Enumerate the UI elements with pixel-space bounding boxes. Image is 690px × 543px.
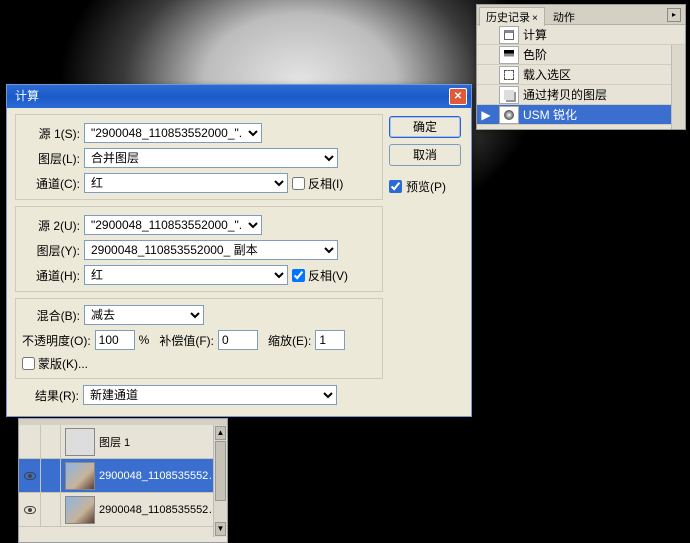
scale-label: 缩放(E): xyxy=(268,332,311,349)
source2-channel-label: 通道(H): xyxy=(22,267,80,284)
blend-label: 混合(B): xyxy=(22,307,80,324)
history-current-marker-icon: ▶ xyxy=(477,108,495,122)
history-step-icon xyxy=(499,46,519,64)
scrollbar[interactable]: ▲ ▼ xyxy=(213,425,227,537)
panel-tabs: 历史记录× 动作 ▸ xyxy=(477,5,685,25)
layer-thumbnail[interactable] xyxy=(65,462,95,490)
ok-button[interactable]: 确定 xyxy=(389,116,461,138)
source2-layer-label: 图层(Y): xyxy=(22,242,80,259)
scale-input[interactable] xyxy=(315,330,345,350)
blend-group: 混合(B): 减去 不透明度(O): % 补偿值(F): 缩放(E): 蒙版(K… xyxy=(15,298,383,379)
calculations-dialog: 计算 ✕ 确定 取消 预览(P) 源 1(S): "2900048_110853… xyxy=(6,84,472,417)
scroll-down-icon[interactable]: ▼ xyxy=(215,522,226,536)
scrollbar[interactable] xyxy=(671,45,685,129)
result-select[interactable]: 新建通道 xyxy=(83,385,337,405)
source2-group: 源 2(U): "2900048_110853552000_"... 图层(Y)… xyxy=(15,206,383,292)
source2-label: 源 2(U): xyxy=(22,217,80,234)
mask-check-input[interactable] xyxy=(22,357,35,370)
layer-name: 图层 1 xyxy=(99,434,227,450)
history-panel: 历史记录× 动作 ▸ 计算 色阶 载入选区 通过拷贝的图层 ▶ USM 锐 xyxy=(476,4,686,130)
layer-row[interactable]: 图层 1 xyxy=(19,425,227,459)
source1-channel-label: 通道(C): xyxy=(22,175,80,192)
visibility-toggle[interactable] xyxy=(19,459,41,492)
source2-invert-input[interactable] xyxy=(292,269,305,282)
eye-icon xyxy=(24,472,36,480)
source2-file-select[interactable]: "2900048_110853552000_"... xyxy=(84,215,262,235)
layer-thumbnail[interactable] xyxy=(65,428,95,456)
opacity-label: 不透明度(O): xyxy=(22,332,91,349)
close-icon[interactable]: ✕ xyxy=(449,88,467,105)
source2-layer-select[interactable]: 2900048_110853552000_ 副本 xyxy=(84,240,338,260)
eye-icon xyxy=(24,506,36,514)
layer-row[interactable]: 2900048_11085355520... xyxy=(19,459,227,493)
dialog-titlebar[interactable]: 计算 ✕ xyxy=(7,85,471,108)
history-item[interactable]: 色阶 xyxy=(477,45,685,65)
history-item[interactable]: 载入选区 xyxy=(477,65,685,85)
visibility-toggle[interactable] xyxy=(19,425,41,458)
source1-file-select[interactable]: "2900048_110853552000_"... xyxy=(84,123,262,143)
history-step-icon xyxy=(499,66,519,84)
panel-menu-icon[interactable]: ▸ xyxy=(667,8,681,22)
tab-history[interactable]: 历史记录× xyxy=(479,7,545,26)
source2-invert-checkbox[interactable]: 反相(V) xyxy=(292,267,348,284)
tab-close-icon[interactable]: × xyxy=(532,13,538,24)
cancel-button[interactable]: 取消 xyxy=(389,144,461,166)
layer-name: 2900048_11085355520... xyxy=(99,504,227,516)
opacity-input[interactable] xyxy=(95,330,135,350)
source1-layer-select[interactable]: 合并图层 xyxy=(84,148,338,168)
history-item[interactable]: 计算 xyxy=(477,25,685,45)
source1-channel-select[interactable]: 红 xyxy=(84,173,288,193)
history-item[interactable]: ▶ USM 锐化 xyxy=(477,105,685,125)
offset-label: 补偿值(F): xyxy=(159,332,214,349)
preview-checkbox[interactable]: 预览(P) xyxy=(389,178,461,195)
blend-mode-select[interactable]: 减去 xyxy=(84,305,204,325)
source2-channel-select[interactable]: 红 xyxy=(84,265,288,285)
source1-invert-input[interactable] xyxy=(292,177,305,190)
offset-input[interactable] xyxy=(218,330,258,350)
history-step-icon xyxy=(499,106,519,124)
layer-row[interactable]: 2900048_11085355520... xyxy=(19,493,227,527)
dialog-title: 计算 xyxy=(15,89,39,103)
preview-check-input[interactable] xyxy=(389,180,402,193)
layer-name: 2900048_11085355520... xyxy=(99,470,227,482)
history-step-icon xyxy=(499,86,519,104)
layers-panel: 图层 1 2900048_11085355520... 2900048_1108… xyxy=(18,418,228,543)
source1-invert-checkbox[interactable]: 反相(I) xyxy=(292,175,343,192)
result-label: 结果(R): xyxy=(21,387,79,404)
source1-group: 源 1(S): "2900048_110853552000_"... 图层(L)… xyxy=(15,114,383,200)
visibility-toggle[interactable] xyxy=(19,493,41,526)
tab-actions[interactable]: 动作 xyxy=(547,8,581,26)
scroll-up-icon[interactable]: ▲ xyxy=(215,426,226,440)
history-item[interactable]: 通过拷贝的图层 xyxy=(477,85,685,105)
scroll-thumb[interactable] xyxy=(215,441,226,501)
source1-label: 源 1(S): xyxy=(22,125,80,142)
history-step-icon xyxy=(499,26,519,44)
source1-layer-label: 图层(L): xyxy=(22,150,80,167)
mask-checkbox[interactable]: 蒙版(K)... xyxy=(22,355,88,372)
layer-thumbnail[interactable] xyxy=(65,496,95,524)
